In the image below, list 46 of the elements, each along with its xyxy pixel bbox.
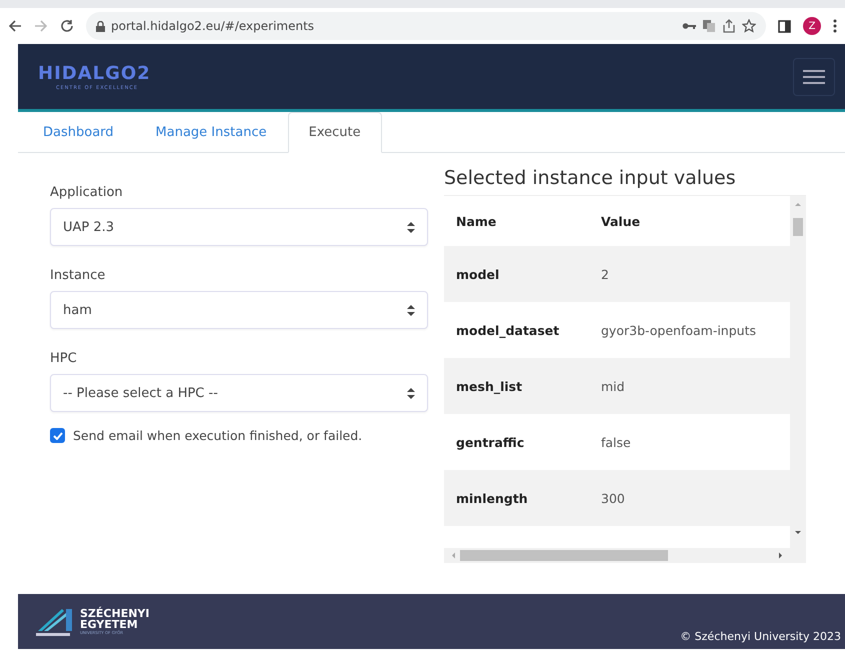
select-field[interactable]: -- Please select a HPC -- [50, 374, 428, 412]
checkbox[interactable] [50, 428, 65, 443]
select-field[interactable]: ham [50, 291, 428, 329]
table-cell: gyor3b-openfoam-inputs [589, 302, 790, 358]
sort-caret-icon [407, 304, 415, 316]
logo-text: SZÉCHENYI [80, 608, 150, 619]
sidebar-icon[interactable] [778, 20, 791, 32]
menu-button[interactable] [793, 58, 835, 96]
lock-icon [96, 20, 105, 32]
checkbox-label: Send email when execution finished, or failed. [73, 428, 362, 443]
table-cell: minlength [444, 470, 589, 526]
field-label: Instance [50, 268, 106, 283]
nav-tab[interactable]: Execute [288, 112, 382, 153]
table-cell: model [444, 246, 589, 302]
star-icon[interactable] [742, 19, 756, 33]
select-field[interactable]: UAP 2.3 [50, 208, 428, 246]
key-icon[interactable] [682, 21, 696, 31]
profile-avatar[interactable]: Z [803, 17, 821, 35]
table-cell: 300 [589, 470, 790, 526]
share-icon[interactable] [722, 19, 736, 33]
table-cell: 2 [589, 246, 790, 302]
logo-text: EGYETEM [80, 619, 139, 630]
copyright-text: © Széchenyi University 2023 [680, 630, 841, 643]
column-header: Value [589, 196, 790, 246]
url-text: portal.hidalgo2.eu/#/experiments [111, 19, 316, 33]
table-cell: mid [589, 358, 790, 414]
more-icon[interactable] [833, 19, 837, 33]
check-icon [52, 432, 62, 440]
sort-caret-icon [407, 222, 415, 232]
column-header: Name [444, 196, 589, 246]
sort-caret-icon [407, 388, 415, 398]
menu-icon [803, 68, 825, 84]
translate-icon[interactable] [702, 19, 716, 33]
field-label: Application [50, 185, 124, 200]
table-cell: model_dataset [444, 302, 589, 358]
table-cell: gentraffic [444, 414, 589, 470]
table-cell: mesh_list [444, 358, 589, 414]
address-bar[interactable]: portal.hidalgo2.eu/#/experiments [86, 12, 766, 40]
reload-icon[interactable] [60, 19, 74, 33]
section-title: Selected instance input values [444, 167, 737, 189]
logo-text: HIDALGO2 [38, 62, 151, 84]
field-label: HPC [50, 351, 78, 366]
nav-tab[interactable]: Manage Instance [134, 112, 288, 153]
back-icon[interactable] [8, 19, 22, 33]
nav-tab[interactable]: Dashboard [22, 112, 135, 153]
table-cell: false [589, 414, 790, 470]
